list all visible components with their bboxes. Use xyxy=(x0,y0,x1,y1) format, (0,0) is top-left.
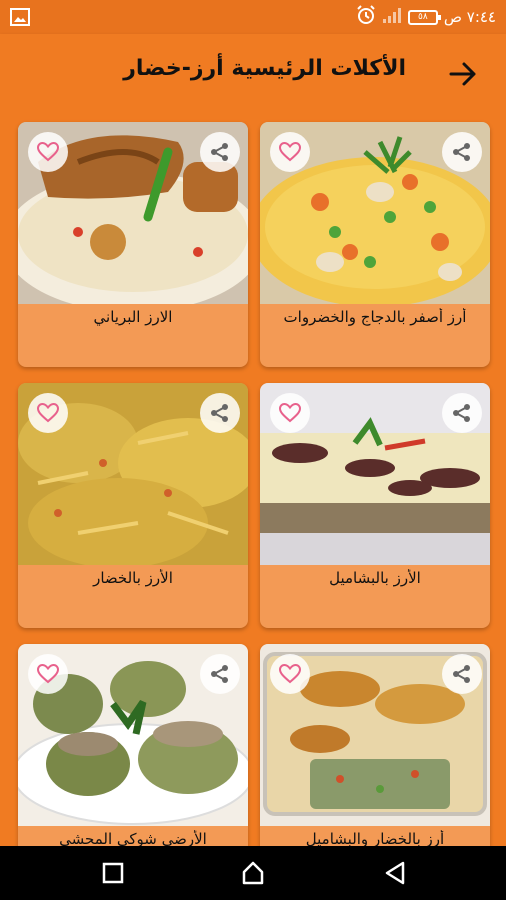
dish-card[interactable]: أرز بالخضار والبشاميل xyxy=(260,644,490,846)
dish-card[interactable]: الأرضي شوكي المحشي xyxy=(18,644,248,846)
heart-icon[interactable] xyxy=(28,654,68,694)
navigation-bar xyxy=(0,846,506,900)
battery-icon: ٥٨ xyxy=(407,9,441,25)
app-bar: الأكلات الرئيسية أرز-خضار xyxy=(0,34,506,114)
dish-title: أرز بالخضار والبشاميل xyxy=(305,830,445,846)
dish-card[interactable]: الأرز بالبشاميل xyxy=(260,383,490,628)
share-icon[interactable] xyxy=(442,654,482,694)
triangle-back-icon[interactable] xyxy=(380,858,410,888)
share-icon[interactable] xyxy=(442,393,482,433)
dish-title: الأرز بالبشاميل xyxy=(329,569,421,587)
status-right: ٥٨ ٧:٤٤ ص xyxy=(356,5,496,29)
home-icon[interactable] xyxy=(238,858,268,888)
status-time: ٧:٤٤ ص xyxy=(443,8,496,26)
heart-icon[interactable] xyxy=(28,132,68,172)
heart-icon[interactable] xyxy=(270,132,310,172)
share-icon[interactable] xyxy=(200,654,240,694)
share-icon[interactable] xyxy=(200,393,240,433)
arrow-right-icon[interactable] xyxy=(448,60,478,88)
gallery-icon xyxy=(10,6,32,28)
heart-icon[interactable] xyxy=(270,393,310,433)
dish-title: الارز البرياني xyxy=(93,308,173,326)
share-icon[interactable] xyxy=(442,132,482,172)
heart-icon[interactable] xyxy=(270,654,310,694)
signal-icon xyxy=(382,7,402,27)
dish-card[interactable]: الارز البرياني xyxy=(18,122,248,367)
dish-title: الأرضي شوكي المحشي xyxy=(59,830,207,846)
page-title: الأكلات الرئيسية أرز-خضار xyxy=(123,56,406,81)
dish-title: أرز أصفر بالدجاج والخضروات xyxy=(283,308,467,326)
dish-card[interactable]: أرز أصفر بالدجاج والخضروات xyxy=(260,122,490,367)
heart-icon[interactable] xyxy=(28,393,68,433)
dish-title: الأرز بالخضار xyxy=(93,569,173,587)
status-bar: ٥٨ ٧:٤٤ ص xyxy=(0,0,506,34)
dish-grid: أرز أصفر بالدجاج والخضروات الارز البريان… xyxy=(0,114,506,846)
square-recents-icon[interactable] xyxy=(98,858,128,888)
share-icon[interactable] xyxy=(200,132,240,172)
dish-card[interactable]: الأرز بالخضار xyxy=(18,383,248,628)
alarm-icon xyxy=(356,5,376,29)
